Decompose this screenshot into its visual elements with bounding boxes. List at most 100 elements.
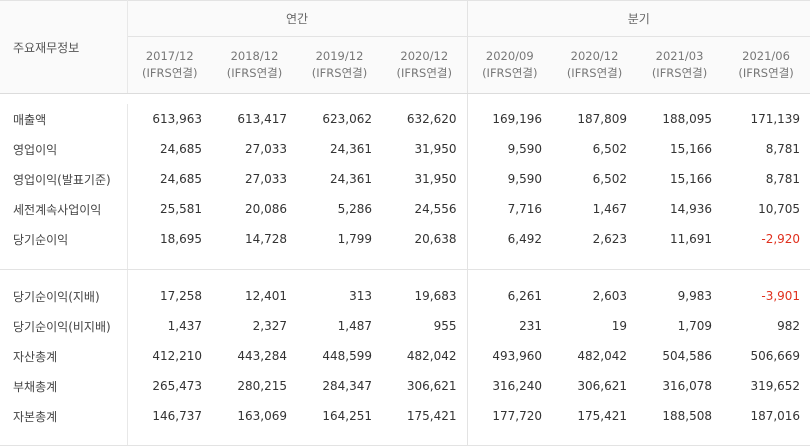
value-cell: 31,950 [414,142,457,156]
value-cell: 19,683 [414,289,457,303]
value-cell: 613,963 [152,112,202,126]
value-cell: 2,327 [252,319,287,333]
period-header: 2021/06 (IFRS연결) [722,36,810,94]
period-header: 2021/03 (IFRS연결) [637,36,723,94]
period-standard: (IFRS연결) [226,66,283,80]
value-cell: 14,936 [670,202,713,216]
value-cell: 313 [349,289,372,303]
spacer-cell [127,270,467,282]
table-row: 세전계속사업이익 25,581 20,086 5,286 24,556 7,716 1,46… [0,194,810,224]
table-row: 당기순이익 18,695 14,728 1,799 20,638 6,492 2,623 11… [0,224,810,254]
row-label: 당기순이익(지배) [0,281,128,311]
value-cell: 265,473 [152,379,202,393]
period-year: 2020/12 [400,49,449,63]
row-label: 영업이익 [0,134,128,164]
period-header: 2018/12 (IFRS연결) [212,36,297,94]
row-label: 자본총계 [0,401,128,431]
value-cell: 1,799 [337,232,372,246]
spacer-row [0,93,810,105]
period-header: 2020/09 (IFRS연결) [466,36,553,94]
value-cell: 164,251 [322,409,372,423]
value-cell: 493,960 [466,341,553,371]
spacer-cell [466,93,810,104]
group-separator-row [0,254,810,270]
value-cell: 955 [433,319,457,333]
row-label: 부채총계 [0,371,128,401]
row-label: 당기순이익(비지배) [0,311,128,341]
spacer-cell [127,94,467,105]
value-cell: -2,920 [761,232,801,246]
value-cell: 175,421 [406,409,457,423]
value-cell: 12,401 [245,289,287,303]
value-cell: 9,590 [466,134,553,164]
value-cell: 1,437 [167,319,202,333]
value-cell: 188,508 [662,409,713,423]
value-cell: 163,069 [237,409,287,423]
table-row: 영업이익 24,685 27,033 24,361 31,950 9,590 6,502 15… [0,134,810,164]
value-cell: 506,669 [750,349,801,363]
spacer-row [0,269,810,282]
value-cell: 177,720 [466,401,553,431]
table-row: 자산총계 412,210 443,284 448,599 482,042 493,960 4… [0,341,810,371]
period-standard: (IFRS연결) [482,66,538,80]
value-cell: 6,492 [466,224,553,254]
period-header: 2020/12 (IFRS연결) [552,36,638,94]
value-cell: 284,347 [322,379,372,393]
value-cell: 306,621 [406,379,457,393]
value-cell: 8,781 [765,172,801,186]
value-cell: 504,586 [662,349,713,363]
value-cell: 169,196 [466,104,553,134]
period-year: 2017/12 [145,49,194,63]
value-cell: 18,695 [160,232,202,246]
separator-cell [466,254,810,270]
value-cell: 623,062 [322,112,372,126]
table-row: 자본총계 146,737 163,069 164,251 175,421 177,720 1… [0,401,810,431]
period-standard: (IFRS연결) [738,66,794,80]
value-cell: 146,737 [152,409,202,423]
separator-cell [0,254,128,270]
table-body: 매출액 613,963 613,417 623,062 632,620 169,196 18… [0,93,810,446]
spacer-cell [466,269,810,281]
value-cell: 9,983 [677,289,713,303]
value-cell: 5,286 [337,202,372,216]
value-cell: 8,781 [765,142,801,156]
value-cell: 24,556 [414,202,457,216]
footer-cell [127,431,468,446]
value-cell: 24,685 [160,142,202,156]
value-cell: 187,809 [577,112,628,126]
financial-summary-table: 주요재무정보 연간 분기 2017/12 (IFRS연결) 2018/12 (IFR… [0,0,810,446]
value-cell: 613,417 [237,112,287,126]
period-year: 2021/03 [655,49,704,63]
spacer-cell [0,94,127,105]
value-cell: 19 [611,319,628,333]
value-cell: 187,016 [750,409,801,423]
period-standard: (IFRS연결) [651,66,708,80]
value-cell: 20,638 [414,232,457,246]
value-cell: 7,716 [466,194,553,224]
value-cell: 316,078 [662,379,713,393]
period-standard: (IFRS연결) [396,66,452,80]
row-label: 자산총계 [0,341,128,371]
group-header-annual: 연간 [127,0,468,37]
value-cell: 24,361 [330,142,372,156]
period-header: 2019/12 (IFRS연결) [297,36,382,94]
row-label: 당기순이익 [0,224,128,254]
value-cell: 982 [777,319,801,333]
footer-cell [0,431,128,446]
period-year: 2020/09 [485,49,534,63]
value-cell: 1,709 [677,319,713,333]
value-cell: 9,590 [466,164,553,194]
value-cell: -3,901 [761,289,801,303]
table-group-header-row: 주요재무정보 연간 분기 [0,0,810,94]
value-cell: 632,620 [406,112,457,126]
period-header: 2020/12 (IFRS연결) [382,36,468,94]
period-standard: (IFRS연결) [566,66,623,80]
table-row: 매출액 613,963 613,417 623,062 632,620 169,196 18… [0,104,810,134]
value-cell: 316,240 [466,371,553,401]
value-cell: 482,042 [406,349,457,363]
table-row: 부채총계 265,473 280,215 284,347 306,621 316,240 3… [0,371,810,401]
period-year: 2018/12 [230,49,279,63]
value-cell: 27,033 [245,172,287,186]
value-cell: 175,421 [577,409,628,423]
group-header-quarterly: 분기 [466,0,810,37]
